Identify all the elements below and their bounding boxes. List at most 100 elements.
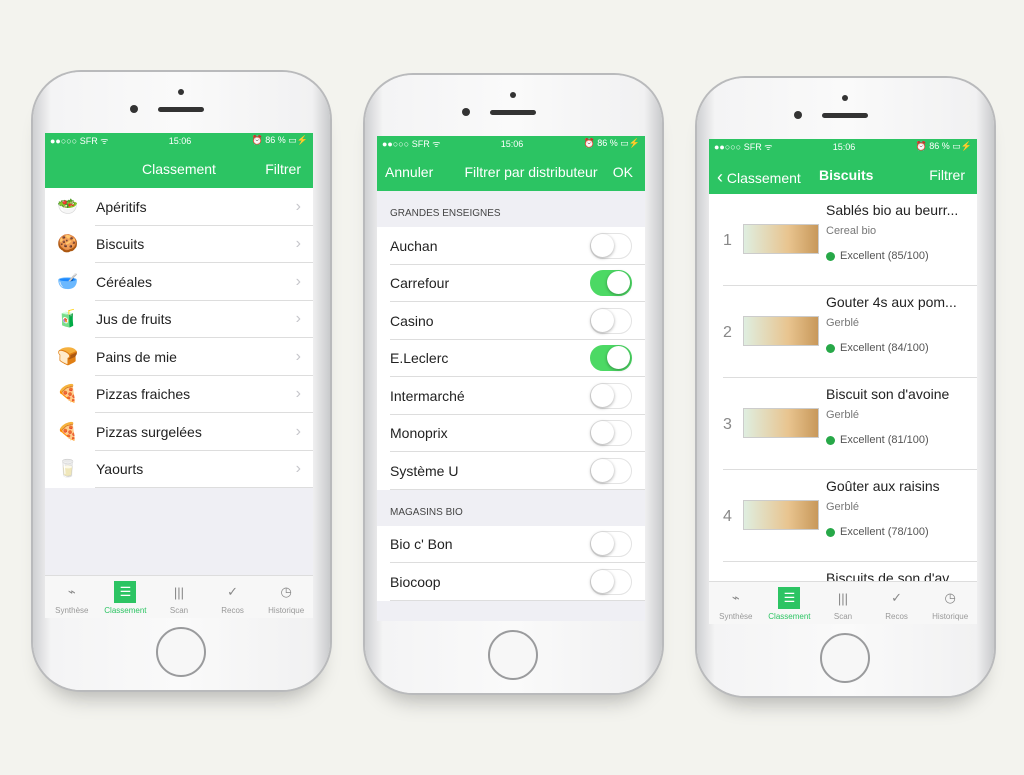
category-label: Pains de mie (96, 348, 177, 365)
category-icon: 🥗 (57, 196, 79, 216)
tab-historique[interactable]: ◷ Historique (923, 582, 977, 624)
category-label: Pizzas fraiches (96, 386, 191, 403)
product-row[interactable]: 1 Sablés bio au beurr... Cereal bio Excelle… (709, 194, 977, 286)
filter-button[interactable]: Filtrer (265, 161, 301, 177)
clock: 15:06 (168, 135, 192, 146)
section-header: MAGASINS BIO (390, 506, 463, 518)
nav-bar: Classement Filtrer (45, 148, 313, 188)
tab-recos[interactable]: ✓ Recos (870, 582, 924, 624)
tab-label: Historique (932, 612, 969, 621)
product-row[interactable]: 3 Biscuit son d'avoine Gerblé Excellent (81… (709, 378, 977, 470)
category-item[interactable]: 🍕 Pizzas surgelées › (45, 413, 313, 451)
home-button[interactable] (488, 630, 538, 680)
distributor-toggle[interactable] (590, 457, 632, 484)
category-label: Apéritifs (96, 198, 147, 215)
front-camera (130, 105, 138, 113)
phone-classement: ●●○○○ SFR ᯤ 15:06 ⏰ 86 % ▭⚡ Classement Filtr… (33, 72, 330, 690)
category-label: Biscuits (96, 236, 145, 253)
ok-button[interactable]: OK (613, 164, 633, 180)
tab-synthèse[interactable]: ⌁ Synthèse (45, 576, 99, 618)
tab-classement[interactable]: ☰ Classement (99, 576, 153, 618)
category-item[interactable]: 🥣 Céréales › (45, 263, 313, 301)
category-item[interactable]: 🍕 Pizzas fraiches › (45, 375, 313, 413)
product-brand: Gerblé (826, 409, 860, 421)
distributor-row: Casino (377, 302, 645, 340)
tab-label: Recos (885, 612, 908, 621)
category-item[interactable]: 🍪 Biscuits › (45, 225, 313, 263)
check-circle-icon: ✓ (227, 584, 239, 599)
product-brand: Cereal bio (826, 225, 877, 237)
category-item[interactable]: 🥗 Apéritifs › (45, 188, 313, 226)
carrot-icon: ⌁ (731, 590, 740, 605)
distributor-toggle[interactable] (590, 382, 632, 409)
score-dot-icon (826, 527, 835, 537)
battery-level: 86 % (597, 138, 618, 148)
filter-button[interactable]: Filtrer (929, 167, 965, 183)
category-item[interactable]: 🍞 Pains de mie › (45, 338, 313, 376)
product-score: Excellent (78/100) (826, 526, 929, 538)
carrot-icon: ⌁ (67, 584, 76, 599)
score-dot-icon (826, 435, 835, 445)
distributor-toggle[interactable] (590, 232, 632, 259)
category-icon: 🍕 (57, 384, 79, 404)
distributor-row: Biocoop (377, 563, 645, 601)
tab-bar: ⌁ Synthèse ☰ Classement ||| Scan ✓ Recos ◷ Histor… (709, 581, 977, 624)
distributor-row: Intermarché (377, 377, 645, 415)
speaker (490, 110, 536, 115)
tab-label: Historique (268, 606, 305, 615)
product-row[interactable]: 4 Goûter aux raisins Gerblé Excellent (78/1… (709, 470, 977, 562)
nav-bar: Annuler Filtrer par distributeur OK (377, 151, 645, 191)
sensor (842, 95, 848, 101)
status-bar: ●●○○○ SFR ᯤ 15:06 ⏰ 86 % ▭⚡ (709, 139, 977, 154)
product-name: Goûter aux raisins (826, 478, 940, 494)
tab-scan[interactable]: ||| Scan (816, 582, 870, 624)
product-score: Excellent (84/100) (826, 342, 929, 354)
tab-label: Scan (833, 612, 853, 621)
chevron-right-icon: › (295, 197, 301, 215)
product-name: Sablés bio au beurr... (826, 202, 959, 218)
category-label: Jus de fruits (96, 311, 172, 328)
home-button[interactable] (156, 627, 206, 677)
product-row[interactable]: 2 Gouter 4s aux pom... Gerblé Excellent (84… (709, 286, 977, 378)
battery-level: 86 % (265, 135, 286, 145)
distributor-toggle[interactable] (590, 568, 632, 595)
page-title: Filtrer par distributeur (464, 164, 598, 180)
chevron-right-icon: › (295, 310, 301, 328)
distributor-toggle[interactable] (590, 307, 632, 334)
tab-recos[interactable]: ✓ Recos (206, 576, 260, 618)
category-label: Céréales (96, 273, 153, 290)
distributor-row: Carrefour (377, 264, 645, 302)
distributor-toggle[interactable] (590, 531, 632, 558)
distributor-label: Bio c' Bon (390, 536, 453, 553)
carrier: SFR (79, 136, 98, 146)
phone-filtrer: ●●○○○ SFR ᯤ 15:06 ⏰ 86 % ▭⚡ Annuler Filtrer … (365, 75, 662, 693)
carrier: SFR (743, 142, 762, 152)
score-label: Excellent (78/100) (840, 526, 929, 538)
tab-label: Synthèse (55, 606, 89, 615)
distributor-label: Intermarché (390, 387, 465, 404)
tab-scan[interactable]: ||| Scan (152, 576, 206, 618)
product-brand: Gerblé (826, 317, 860, 329)
score-label: Excellent (81/100) (840, 434, 929, 446)
tab-label: Scan (169, 606, 189, 615)
tab-label: Recos (221, 606, 244, 615)
distributor-toggle[interactable] (590, 420, 632, 447)
category-item[interactable]: 🧃 Jus de fruits › (45, 300, 313, 338)
distributor-toggle[interactable] (590, 345, 632, 372)
product-rank: 2 (723, 324, 732, 341)
category-item[interactable]: 🥛 Yaourts › (45, 450, 313, 488)
home-button[interactable] (820, 633, 870, 683)
tab-label: Synthèse (719, 612, 753, 621)
tab-classement[interactable]: ☰ Classement (763, 582, 817, 624)
distributor-toggle[interactable] (590, 270, 632, 297)
product-rank: 3 (723, 416, 732, 433)
speaker (158, 107, 204, 112)
tab-synthèse[interactable]: ⌁ Synthèse (709, 582, 763, 624)
barcode-icon: ||| (173, 584, 185, 600)
product-brand: Gerblé (826, 501, 860, 513)
nav-bar: ‹ Classement Biscuits Filtrer (709, 154, 977, 194)
tab-historique[interactable]: ◷ Historique (259, 576, 313, 618)
category-icon: 🧃 (57, 309, 79, 329)
back-button[interactable]: ‹ Classement (717, 167, 801, 188)
score-dot-icon (826, 251, 835, 261)
